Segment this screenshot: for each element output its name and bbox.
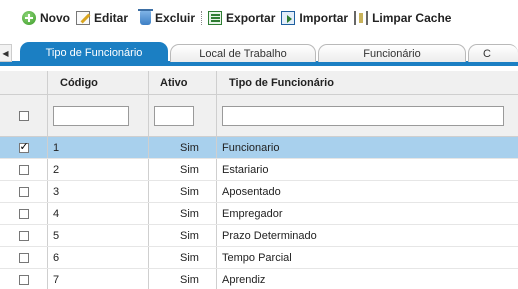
plus-circle-icon (22, 11, 36, 25)
excel-export-icon (208, 11, 223, 25)
header-ativo-label: Ativo (160, 76, 188, 89)
limpar-cache-button[interactable]: Limpar Cache (354, 8, 451, 28)
filter-tipo-input[interactable] (222, 105, 504, 126)
data-grid: Código Ativo Tipo de Funcionário 1SimFun… (0, 71, 518, 289)
cell-ativo: Sim (149, 225, 217, 246)
novo-label: Novo (40, 11, 70, 25)
excluir-button[interactable]: Excluir (138, 8, 195, 28)
filter-ativo-input[interactable] (154, 105, 194, 126)
tab-funcionario[interactable]: Funcionário (318, 44, 466, 62)
header-codigo[interactable]: Código (48, 71, 149, 94)
importar-label: Importar (299, 11, 349, 25)
row-checkbox[interactable] (18, 230, 29, 241)
tab-bar: ◀ Tipo de Funcionário Local de Trabalho … (0, 42, 518, 66)
cell-codigo: 2 (48, 159, 149, 180)
cell-codigo: 5 (48, 225, 149, 246)
cell-codigo: 7 (48, 269, 149, 289)
row-select-cell (0, 203, 48, 224)
cell-tipo: Estariario (222, 163, 269, 176)
table-row[interactable]: 3 Sim Aposentado (0, 181, 518, 203)
cell-ativo: Sim (149, 137, 217, 158)
row-select-cell (0, 137, 48, 158)
cell-tipo: Aprendiz (222, 273, 266, 286)
grid-body: 1SimFuncionario2SimEstariario3SimAposent… (0, 137, 518, 289)
table-row[interactable]: 5 Sim Prazo Determinado (0, 225, 518, 247)
toolbar-separator (201, 11, 203, 25)
import-icon (281, 11, 296, 25)
select-all-checkbox[interactable] (18, 110, 29, 121)
tab-overflow[interactable]: C (468, 44, 518, 62)
row-select-cell (0, 247, 48, 268)
row-select-cell (0, 225, 48, 246)
cell-ativo: Sim (149, 181, 217, 202)
filter-ativo-cell (149, 95, 217, 136)
row-checkbox[interactable] (18, 252, 29, 263)
row-checkbox[interactable] (18, 140, 29, 153)
tab-label: C (483, 47, 491, 60)
table-row[interactable]: 2 Sim Estariario (0, 159, 518, 181)
editar-label: Editar (94, 11, 129, 25)
cell-codigo: 4 (48, 203, 149, 224)
tab-label: Tipo de Funcionário (45, 46, 143, 59)
chevron-left-icon: ◀ (2, 48, 9, 58)
limpar-cache-label: Limpar Cache (372, 11, 452, 25)
toolbar: Novo Editar Excluir Exportar Importar Li… (0, 0, 518, 36)
cell-ativo: Sim (149, 247, 217, 268)
cell-ativo: Sim (149, 269, 217, 289)
tab-label: Local de Trabalho (199, 47, 287, 60)
row-checkbox[interactable] (18, 186, 29, 197)
filter-select-cell (0, 95, 48, 136)
tab-scroll-left-button[interactable]: ◀ (0, 44, 12, 62)
cell-tipo: Funcionario (222, 141, 280, 154)
filter-tipo-cell (217, 95, 518, 136)
grid-header: Código Ativo Tipo de Funcionário (0, 71, 518, 95)
cell-codigo: 1 (48, 137, 149, 158)
table-row[interactable]: 1Sim Funcionario (0, 137, 518, 159)
row-select-cell (0, 269, 48, 289)
header-tipo-label: Tipo de Funcionário (229, 76, 334, 89)
filter-codigo-cell (48, 95, 149, 136)
cell-tipo: Empregador (222, 207, 283, 220)
header-tipo[interactable]: Tipo de Funcionário (217, 71, 518, 94)
filter-codigo-input[interactable] (53, 105, 129, 126)
header-codigo-label: Código (60, 76, 98, 89)
row-checkbox[interactable] (18, 164, 29, 175)
tab-label: Funcionário (363, 47, 421, 60)
table-row[interactable]: 6 Sim Tempo Parcial (0, 247, 518, 269)
row-checkbox[interactable] (18, 208, 29, 219)
header-ativo[interactable]: Ativo (149, 71, 217, 94)
table-row[interactable]: 7 Sim Aprendiz (0, 269, 518, 289)
cell-codigo: 6 (48, 247, 149, 268)
cell-ativo: Sim (149, 159, 217, 180)
filter-row (0, 95, 518, 137)
cell-tipo: Prazo Determinado (222, 229, 317, 242)
trash-icon (138, 9, 154, 25)
cell-ativo: Sim (149, 203, 217, 224)
exportar-button[interactable]: Exportar (208, 8, 275, 28)
edit-icon (76, 11, 90, 25)
tab-local-de-trabalho[interactable]: Local de Trabalho (170, 44, 316, 62)
importar-button[interactable]: Importar (281, 8, 348, 28)
row-checkbox[interactable] (18, 274, 29, 285)
row-select-cell (0, 181, 48, 202)
table-row[interactable]: 4 Sim Empregador (0, 203, 518, 225)
clear-cache-icon (354, 11, 369, 25)
excluir-label: Excluir (155, 11, 196, 25)
cell-tipo: Aposentado (222, 185, 281, 198)
header-select-cell (0, 71, 48, 94)
exportar-label: Exportar (226, 11, 276, 25)
cell-tipo: Tempo Parcial (222, 251, 292, 264)
novo-button[interactable]: Novo (22, 8, 70, 28)
row-select-cell (0, 159, 48, 180)
cell-codigo: 3 (48, 181, 149, 202)
editar-button[interactable]: Editar (76, 8, 128, 28)
tab-tipo-de-funcionario[interactable]: Tipo de Funcionário (20, 42, 168, 62)
